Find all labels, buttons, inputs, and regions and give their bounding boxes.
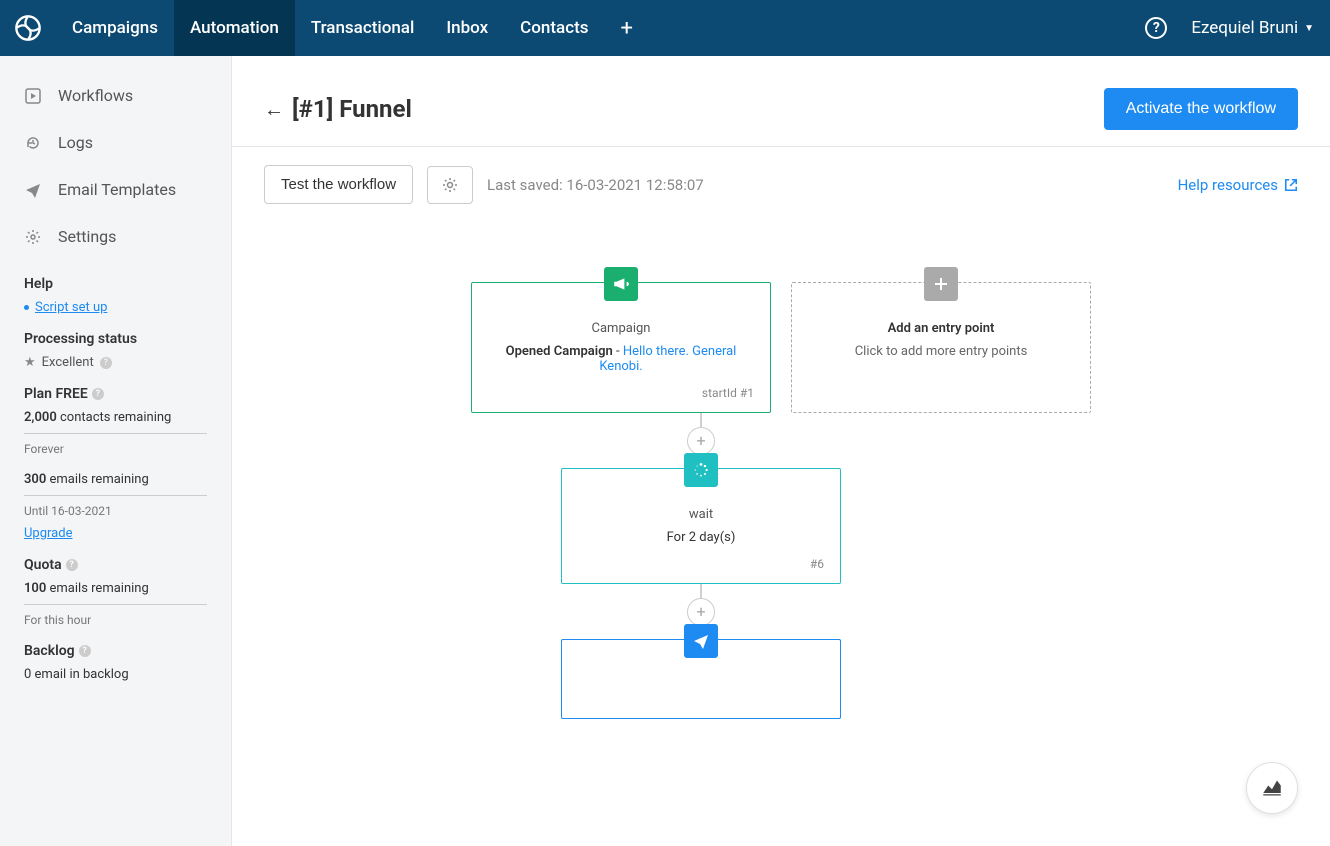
- nav-tab-contacts[interactable]: Contacts: [504, 0, 604, 56]
- main-content: ← [#1] Funnel Activate the workflow Test…: [232, 56, 1330, 846]
- sidebar-processing-section: Processing status ★ Excellent ?: [0, 315, 231, 370]
- campaign-entry-node[interactable]: Campaign Opened Campaign - Hello there. …: [471, 282, 771, 413]
- add-entry-subtitle: Click to add more entry points: [808, 344, 1074, 359]
- page-title: [#1] Funnel: [292, 95, 412, 123]
- script-setup-link[interactable]: Script set up: [35, 300, 107, 315]
- help-resources-link[interactable]: Help resources: [1178, 176, 1298, 194]
- add-step-button[interactable]: +: [687, 598, 715, 626]
- upgrade-link[interactable]: Upgrade: [24, 526, 72, 541]
- help-icon[interactable]: ?: [1145, 17, 1167, 39]
- plan-emails-label: emails remaining: [50, 472, 149, 487]
- area-chart-icon: [1262, 778, 1282, 798]
- settings-button[interactable]: [427, 166, 473, 204]
- gear-icon: [442, 177, 458, 193]
- plus-icon: [924, 267, 958, 301]
- sidebar-help-section: Help Script set up: [0, 260, 231, 315]
- plan-contacts-label: contacts remaining: [60, 410, 171, 425]
- activate-workflow-button[interactable]: Activate the workflow: [1104, 88, 1298, 130]
- sidebar-item-label: Logs: [58, 133, 93, 152]
- chart-fab-button[interactable]: [1246, 762, 1298, 814]
- info-icon[interactable]: ?: [100, 357, 112, 369]
- top-nav: Campaigns Automation Transactional Inbox…: [0, 0, 1330, 56]
- add-entry-point-node[interactable]: Add an entry point Click to add more ent…: [791, 282, 1091, 413]
- paper-plane-icon: [684, 624, 718, 658]
- wait-title: wait: [578, 507, 824, 522]
- toolbar: Test the workflow Last saved: 16-03-2021…: [232, 147, 1330, 222]
- send-email-node[interactable]: [561, 639, 841, 719]
- nav-tab-inbox[interactable]: Inbox: [430, 0, 504, 56]
- workflow-canvas[interactable]: Campaign Opened Campaign - Hello there. …: [232, 222, 1330, 759]
- add-entry-title: Add an entry point: [808, 321, 1074, 336]
- gear-icon: [24, 228, 42, 246]
- sidebar-quota-section: Quota ? 100 emails remaining For this ho…: [0, 541, 231, 627]
- megaphone-icon: [604, 267, 638, 301]
- back-arrow-icon[interactable]: ←: [264, 97, 284, 122]
- main-header: ← [#1] Funnel Activate the workflow: [232, 56, 1330, 147]
- quota-for: For this hour: [24, 613, 207, 627]
- external-link-icon: [1284, 178, 1298, 192]
- sidebar-item-label: Workflows: [58, 86, 133, 105]
- nav-tab-transactional[interactable]: Transactional: [295, 0, 431, 56]
- quota-heading: Quota: [24, 557, 62, 573]
- node-footer: startId #1: [488, 386, 754, 400]
- quota-label: emails remaining: [50, 581, 149, 596]
- chevron-down-icon: ▼: [1304, 23, 1314, 34]
- sidebar-item-email-templates[interactable]: Email Templates: [0, 166, 231, 213]
- sidebar-item-label: Email Templates: [58, 180, 176, 199]
- test-workflow-button[interactable]: Test the workflow: [264, 165, 413, 204]
- user-name: Ezequiel Bruni: [1191, 18, 1298, 38]
- nav-tab-campaigns[interactable]: Campaigns: [56, 0, 174, 56]
- help-heading: Help: [24, 276, 207, 292]
- wait-body: For 2 day(s): [578, 530, 824, 545]
- sidebar-item-logs[interactable]: Logs: [0, 119, 231, 166]
- user-menu[interactable]: Ezequiel Bruni ▼: [1191, 18, 1314, 38]
- info-icon[interactable]: ?: [66, 559, 78, 571]
- plan-until: Until 16-03-2021: [24, 504, 207, 518]
- nav-add-button[interactable]: +: [605, 0, 649, 56]
- wait-footer: #6: [578, 557, 824, 571]
- last-saved-text: Last saved: 16-03-2021 12:58:07: [487, 176, 704, 194]
- bullet-icon: [24, 305, 29, 310]
- spinner-icon: [684, 453, 718, 487]
- add-step-button[interactable]: +: [687, 427, 715, 455]
- info-icon[interactable]: ?: [92, 388, 104, 400]
- sidebar-item-workflows[interactable]: Workflows: [0, 72, 231, 119]
- plan-contacts-num: 2,000: [24, 410, 57, 425]
- plan-heading: Plan FREE: [24, 386, 88, 402]
- nav-tab-automation[interactable]: Automation: [174, 0, 295, 56]
- backlog-text: 0 email in backlog: [24, 667, 207, 682]
- sidebar-item-settings[interactable]: Settings: [0, 213, 231, 260]
- sidebar-plan-section: Plan FREE ? 2,000 contacts remaining For…: [0, 370, 231, 541]
- history-icon: [24, 134, 42, 152]
- paper-plane-icon: [24, 181, 42, 199]
- processing-status: Excellent: [42, 355, 94, 370]
- star-icon: ★: [24, 355, 36, 370]
- node-opened-label: Opened Campaign: [506, 344, 613, 359]
- play-icon: [24, 87, 42, 105]
- wait-node[interactable]: wait For 2 day(s) #6: [561, 468, 841, 584]
- sidebar-item-label: Settings: [58, 227, 116, 246]
- sidebar: Workflows Logs Email Templates Settings …: [0, 56, 232, 846]
- processing-heading: Processing status: [24, 331, 207, 347]
- sidebar-backlog-section: Backlog ? 0 email in backlog: [0, 627, 231, 682]
- node-title: Campaign: [488, 321, 754, 336]
- brand-logo[interactable]: [0, 14, 56, 42]
- plan-forever: Forever: [24, 442, 207, 456]
- plan-emails-num: 300: [24, 472, 46, 487]
- quota-num: 100: [24, 581, 46, 596]
- backlog-heading: Backlog: [24, 643, 75, 659]
- info-icon[interactable]: ?: [79, 645, 91, 657]
